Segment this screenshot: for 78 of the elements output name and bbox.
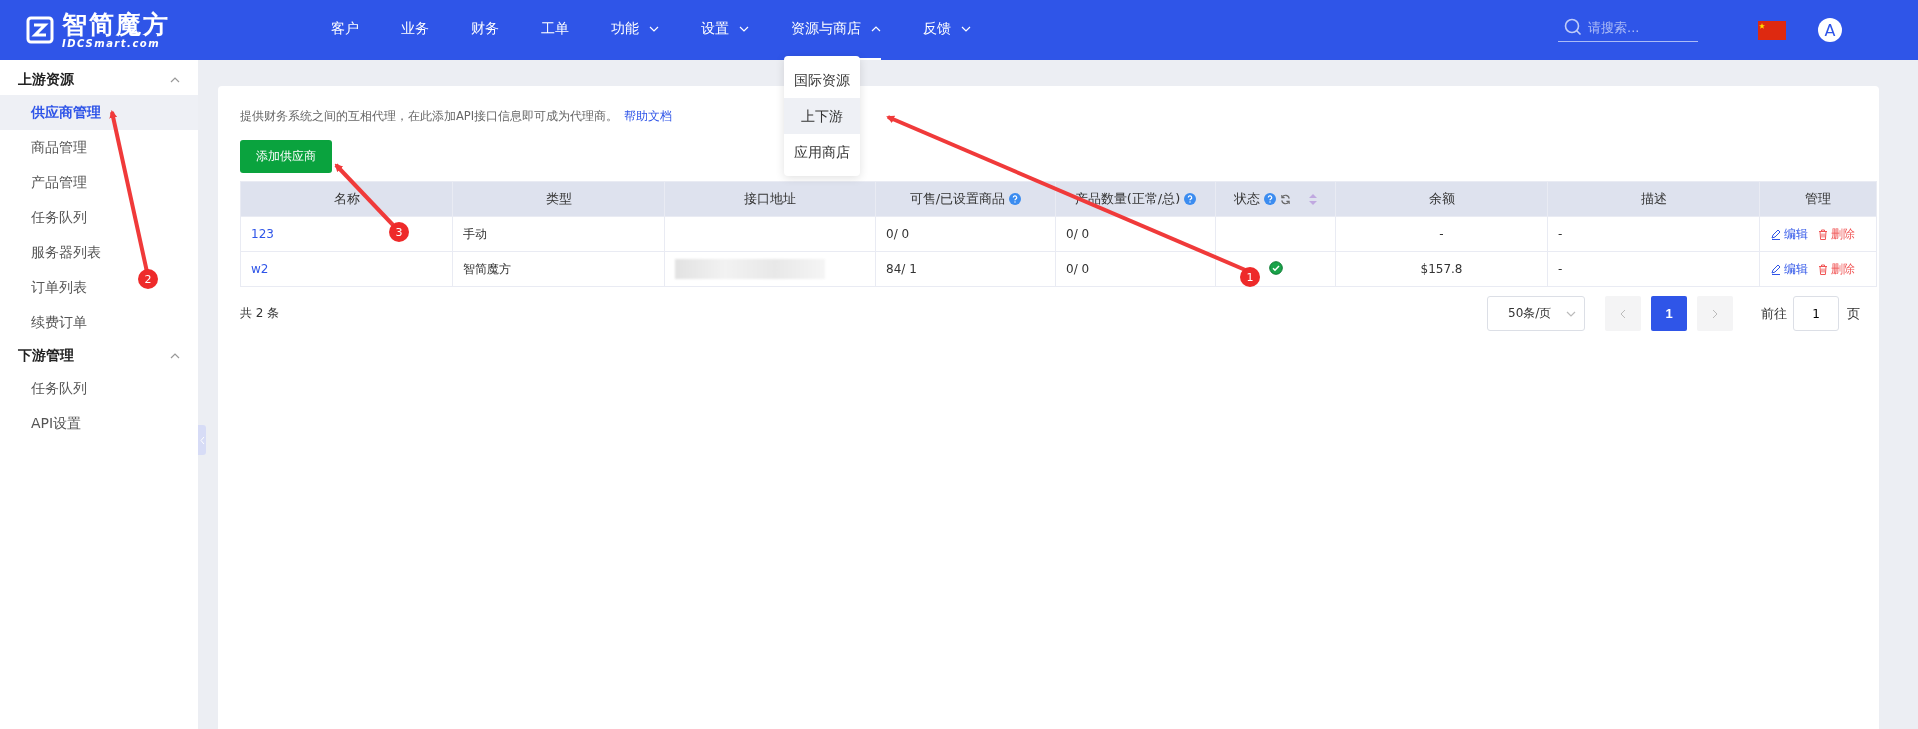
search-field[interactable]: 请搜索... [1558,18,1698,42]
chevron-left-icon [1620,308,1626,319]
nav-item[interactable]: 客户 [331,0,359,60]
column-title: 接口地址 [744,190,796,208]
check-circle-icon [1268,260,1283,275]
logo-name: 智简魔方 [62,11,170,37]
add-supplier-button[interactable]: 添加供应商 [240,140,332,173]
nav-item[interactable]: 财务 [471,0,499,60]
table-cell: - [1335,216,1548,252]
menu-item[interactable]: 国际资源 [784,62,860,98]
help-icon[interactable] [1009,193,1022,205]
table-cell: 0/ 0 [875,216,1056,252]
table-cell: 0/ 0 [1055,216,1216,252]
column-title: 余额 [1428,190,1455,208]
goto-label: 前往 [1761,304,1787,323]
nav-item[interactable]: 业务 [401,0,429,60]
sort-icon[interactable] [1309,193,1317,205]
caret-icon [649,26,659,32]
pencil-icon [1771,263,1781,275]
total-count: 共 2 条 [240,305,280,322]
table-cell: - [1547,251,1760,287]
column-title: 状态 [1234,190,1260,208]
refresh-icon[interactable] [1280,193,1291,205]
group-title: 上游资源 [18,70,74,89]
edit-link[interactable]: 编辑 [1771,225,1808,243]
nav-item[interactable]: 设置 [701,0,749,60]
nav-item[interactable]: 反馈 [923,0,971,60]
sidebar-group[interactable]: 下游管理 [0,340,198,371]
delete-link[interactable]: 删除 [1818,225,1855,243]
column-title: 类型 [545,190,572,208]
caret-icon [961,26,971,32]
chevron-right-icon [1712,308,1718,319]
sidebar-item[interactable]: 供应商管理 [0,95,198,130]
table-cell: 0/ 0 [1055,251,1216,287]
column-title: 描述 [1640,190,1667,208]
page-unit: 页 [1847,304,1860,323]
caret-icon [170,352,180,359]
supplier-link[interactable]: w2 [251,262,269,276]
flag-icon[interactable] [1758,20,1786,40]
goto-page-field[interactable]: 1 [1793,296,1839,331]
caret-icon [871,26,881,32]
table-cell: 84/ 1 [875,251,1056,287]
column-title: 名称 [333,190,360,208]
chevron-left-icon [199,435,205,445]
group-title: 下游管理 [18,346,74,365]
nav-item[interactable]: 工单 [541,0,569,60]
logo-icon [26,16,54,44]
supplier-link[interactable]: 123 [251,227,274,241]
nav-item[interactable]: 功能 [611,0,659,60]
table-cell: - [1547,216,1760,252]
trash-icon [1818,263,1828,275]
help-icon[interactable] [1264,193,1276,205]
pencil-icon [1771,228,1781,240]
table-cell: $157.8 [1335,251,1548,287]
table-cell: 智简魔方 [452,251,665,287]
table-cell: 手动 [452,216,665,252]
collapse-handle[interactable] [198,425,206,455]
caret-icon [739,26,749,32]
help-link[interactable]: 帮助文档 [624,109,673,123]
delete-link[interactable]: 删除 [1818,260,1855,278]
edit-link[interactable]: 编辑 [1771,260,1808,278]
menu-item[interactable]: 上下游 [784,98,860,134]
annotation-arrow [334,163,395,227]
help-icon[interactable] [1184,193,1197,205]
page-button[interactable]: 1 [1651,296,1687,331]
column-title: 可售/已设置商品 [909,190,1006,208]
caret-icon [1566,310,1576,317]
user-avatar[interactable]: A [1818,18,1842,42]
trash-icon [1818,228,1828,240]
menu-item[interactable]: 应用商店 [784,134,860,170]
search-input[interactable]: 请搜索... [1586,18,1696,36]
sidebar-group[interactable]: 上游资源 [0,64,198,95]
column-title: 管理 [1805,190,1831,208]
caret-icon [170,76,180,83]
logo-domain: IDCSmart.com [62,38,162,49]
notice-text: 提供财务系统之间的互相代理，在此添加API接口信息即可成为代理商。 帮助文档 [240,109,673,124]
page-size-select[interactable]: 50条/页 [1487,296,1585,331]
search-icon [1564,18,1582,36]
